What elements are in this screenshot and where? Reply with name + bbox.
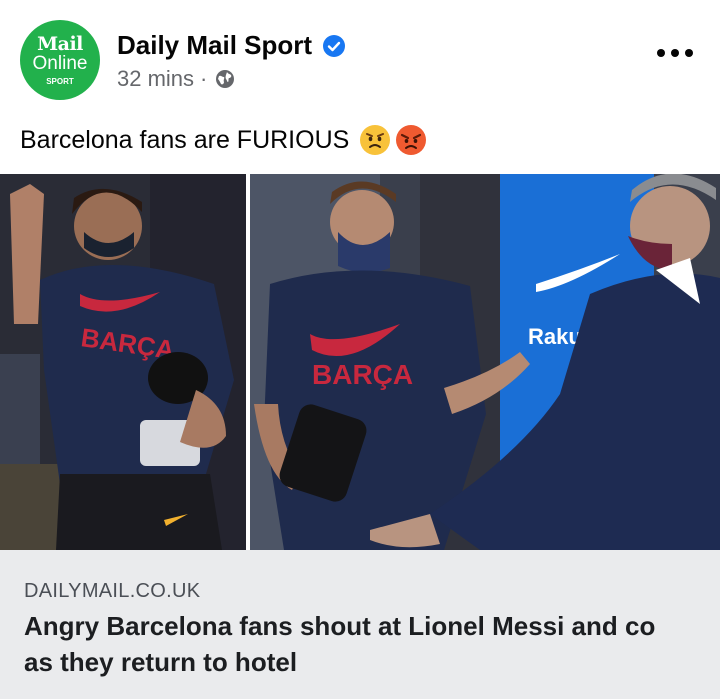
photo-collage: BARÇA BARÇA Rakuten ✱ (0, 174, 720, 550)
worried-face-emoji (360, 125, 391, 155)
page-name-link[interactable]: Daily Mail Sport (117, 30, 312, 61)
link-domain: DAILYMAIL.CO.UK (24, 580, 201, 602)
link-headline[interactable]: Angry Barcelona fans shout at Lionel Mes… (24, 608, 694, 680)
globe-icon (216, 70, 235, 88)
avatar-logo-line1: Mail (37, 33, 83, 55)
headline-line-1: Angry Barcelona fans shout at Lionel Mes… (24, 611, 656, 641)
post-caption-text: Barcelona fans are FURIOUS (20, 125, 350, 154)
meta-separator: · (200, 66, 208, 91)
post-timestamp[interactable]: 32 mins (117, 66, 194, 92)
avatar-logo-line2: Online (32, 53, 88, 74)
page-avatar[interactable]: Mail Online SPORT (20, 20, 100, 100)
post-photo[interactable]: BARÇA BARÇA Rakuten ✱ (0, 174, 720, 550)
more-dot (657, 49, 665, 57)
post-header: Mail Online SPORT Daily Mail Sport 32 mi… (0, 0, 720, 110)
middle-shirt-text: BARÇA (312, 359, 413, 390)
post-meta: 32 mins · (117, 66, 235, 92)
post-caption: Barcelona fans are FURIOUS (20, 124, 427, 156)
angry-face-emoji (396, 125, 427, 155)
more-options-button[interactable] (650, 38, 700, 68)
headline-line-2: as they return to hotel (24, 647, 298, 677)
more-dot (671, 49, 679, 57)
verified-badge-icon (323, 35, 345, 57)
more-dot (685, 49, 693, 57)
avatar-logo-line3: SPORT (46, 77, 74, 86)
